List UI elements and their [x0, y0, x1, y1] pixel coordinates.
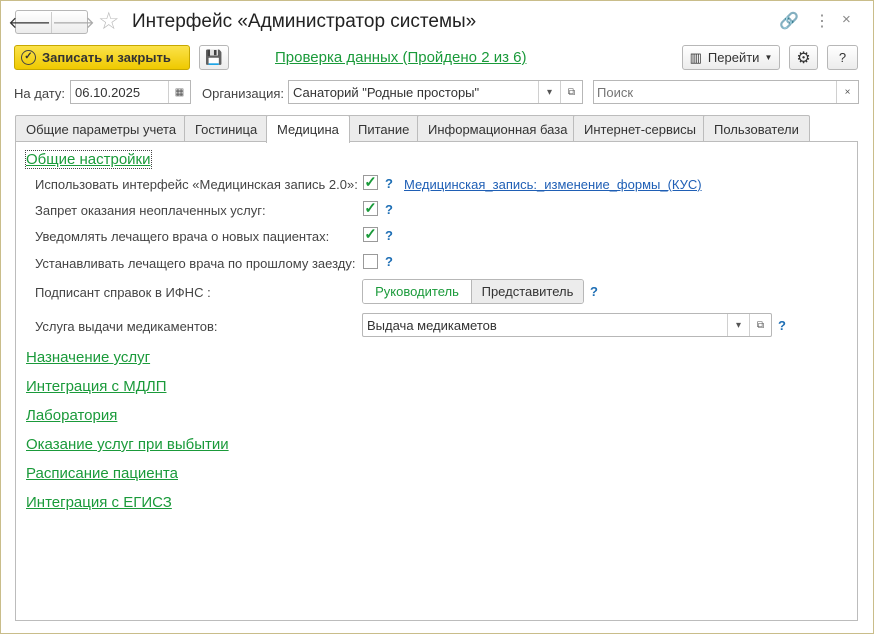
- clear-icon[interactable]: ×: [836, 81, 858, 103]
- checkbox-notify-doctor[interactable]: ✓: [363, 227, 378, 242]
- window-title: Интерфейс «Администратор системы»: [132, 11, 477, 32]
- help-icon[interactable]: ?: [778, 318, 786, 333]
- tab-general[interactable]: Общие параметры учета: [15, 115, 188, 142]
- save-close-button[interactable]: ✓ Записать и закрыть: [14, 45, 190, 70]
- section-service-assignment[interactable]: Назначение услуг: [26, 349, 150, 366]
- setting-label: Использовать интерфейс «Медицинская запи…: [35, 177, 358, 192]
- dropdown-icon[interactable]: ▾: [538, 81, 560, 103]
- help-icon[interactable]: ?: [385, 176, 393, 191]
- drug-label: Услуга выдачи медикаментов:: [35, 319, 218, 334]
- help-button[interactable]: ?: [827, 45, 858, 70]
- section-egisz-integration[interactable]: Интеграция с ЕГИСЗ: [26, 494, 172, 511]
- window: 🡐 🡒 ☆ Интерфейс «Администратор системы» …: [0, 0, 874, 634]
- search-field[interactable]: ×: [593, 80, 859, 104]
- save-icon[interactable]: 💾: [199, 45, 229, 70]
- open-icon[interactable]: ⧉: [749, 314, 771, 336]
- goto-label: Перейти: [707, 50, 760, 65]
- general-settings-group[interactable]: Общие настройки: [25, 150, 152, 169]
- dropdown-icon[interactable]: ▾: [727, 314, 749, 336]
- close-icon[interactable]: ×: [842, 11, 851, 28]
- dropdown-icon: ▼: [764, 53, 773, 62]
- tab-infobase[interactable]: Информационная база: [417, 115, 579, 142]
- signer-toggle: Руководитель Представитель: [362, 279, 584, 304]
- tab-hotel[interactable]: Гостиница: [184, 115, 269, 142]
- checkbox-unpaid-ban[interactable]: ✓: [363, 201, 378, 216]
- org-value: Санаторий "Родные просторы": [293, 84, 480, 100]
- drug-value: Выдача медикаметов: [367, 317, 497, 333]
- search-input[interactable]: [594, 83, 836, 101]
- back-button[interactable]: 🡐: [8, 11, 52, 33]
- drug-service-field[interactable]: Выдача медикаметов ▾ ⧉: [362, 313, 772, 337]
- tab-internet[interactable]: Интернет-сервисы: [573, 115, 708, 142]
- data-check-link[interactable]: Проверка данных (Пройдено 2 из 6): [275, 49, 526, 66]
- org-label: Организация:: [202, 86, 285, 101]
- star-icon[interactable]: ☆: [98, 7, 120, 36]
- help-icon[interactable]: ?: [385, 228, 393, 243]
- setting-label: Уведомлять лечащего врача о новых пациен…: [35, 229, 330, 244]
- section-mdlp-integration[interactable]: Интеграция с МДЛП: [26, 378, 166, 395]
- date-field[interactable]: 06.10.2025 ▦: [70, 80, 191, 104]
- more-icon[interactable]: ⋮: [814, 11, 830, 31]
- help-icon[interactable]: ?: [590, 284, 598, 299]
- org-field[interactable]: Санаторий "Родные просторы" ▾ ⧉: [288, 80, 583, 104]
- nav-buttons: 🡐 🡒: [8, 10, 95, 34]
- checkbox-prev-doctor[interactable]: [363, 254, 378, 269]
- signer-option-director[interactable]: Руководитель: [363, 280, 472, 303]
- section-laboratory[interactable]: Лаборатория: [26, 407, 117, 424]
- setting-label: Запрет оказания неоплаченных услуг:: [35, 203, 266, 218]
- help-icon[interactable]: ?: [385, 202, 393, 217]
- goto-button[interactable]: ▥ Перейти ▼: [682, 45, 780, 70]
- date-value: 06.10.2025: [75, 84, 141, 100]
- calendar-icon[interactable]: ▦: [168, 81, 190, 103]
- open-icon[interactable]: ⧉: [560, 81, 582, 103]
- panel-icon: ▥: [689, 49, 702, 65]
- check-circle-icon: ✓: [21, 50, 36, 65]
- form-change-link[interactable]: Медицинская_запись:_изменение_формы_(КУС…: [404, 177, 702, 192]
- tab-food[interactable]: Питание: [347, 115, 421, 142]
- help-icon[interactable]: ?: [385, 254, 393, 269]
- link-icon[interactable]: 🔗: [779, 11, 799, 31]
- signer-option-representative[interactable]: Представитель: [472, 280, 583, 303]
- setting-label: Устанавливать лечащего врача по прошлому…: [35, 256, 356, 271]
- save-close-label: Записать и закрыть: [42, 50, 171, 65]
- signer-label: Подписант справок в ИФНС :: [35, 285, 211, 300]
- gear-icon[interactable]: ⚙: [789, 45, 818, 70]
- section-discharge-services[interactable]: Оказание услуг при выбытии: [26, 436, 229, 453]
- checkbox-medical-record-2[interactable]: ✓: [363, 175, 378, 190]
- date-label: На дату:: [14, 86, 65, 101]
- tab-users[interactable]: Пользователи: [703, 115, 810, 142]
- forward-button[interactable]: 🡒: [52, 12, 95, 33]
- tab-medicine[interactable]: Медицина: [266, 115, 350, 143]
- section-patient-schedule[interactable]: Расписание пациента: [26, 465, 178, 482]
